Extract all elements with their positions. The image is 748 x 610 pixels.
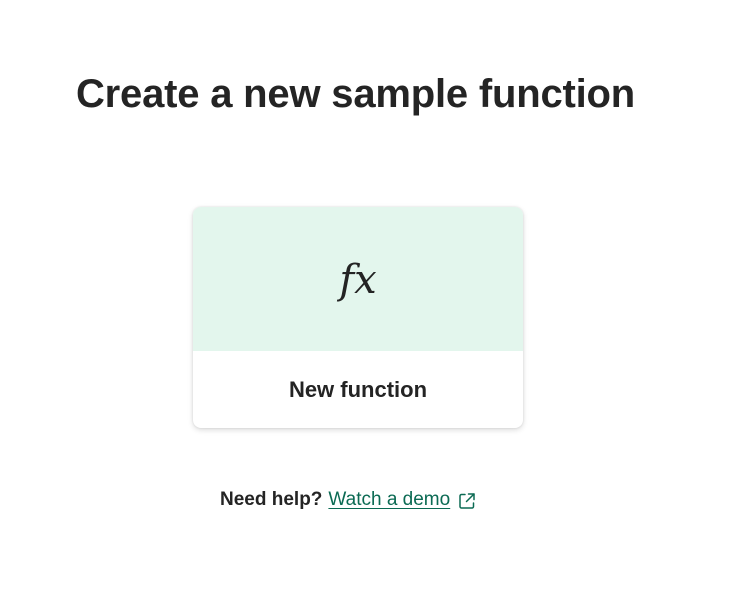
external-link-icon: [459, 493, 475, 509]
watch-demo-label: Watch a demo: [328, 489, 451, 510]
new-function-card[interactable]: fx New function: [193, 207, 523, 428]
card-illustration: fx: [193, 207, 523, 351]
card-label: New function: [288, 376, 428, 402]
page: Create a new sample function fx New func…: [0, 0, 748, 610]
function-fx-icon: fx: [336, 257, 376, 303]
watch-demo-link[interactable]: Watch a demo: [328, 489, 476, 511]
page-title: Create a new sample function: [76, 72, 635, 116]
help-row: Need help? Watch a demo: [220, 486, 476, 514]
svg-text:fx: fx: [336, 257, 376, 303]
help-prompt: Need help?: [220, 489, 323, 510]
